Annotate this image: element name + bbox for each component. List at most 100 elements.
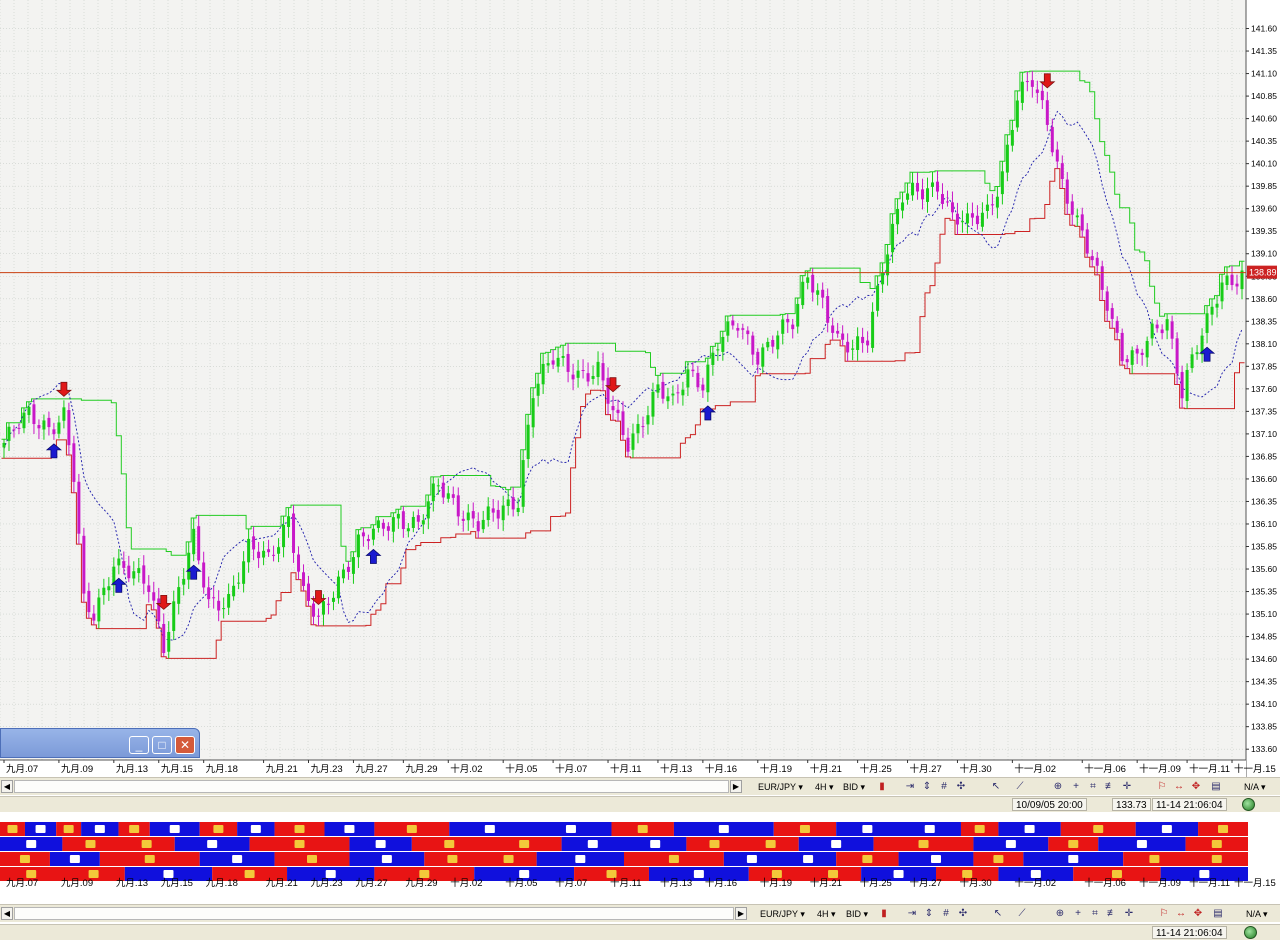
candle-body: [871, 311, 875, 348]
move-icon-2[interactable]: ↔: [1175, 908, 1187, 920]
arrow-tool-icon-2[interactable]: ✛: [1123, 908, 1135, 920]
horizontal-scrollbar-2[interactable]: [14, 907, 734, 920]
symbol-dropdown-2[interactable]: EUR/JPY ▾: [760, 908, 805, 920]
candle-body: [980, 212, 984, 227]
scroll-left-button[interactable]: ◀: [1, 780, 13, 793]
trend-heatmap-svg[interactable]: 九月.07 九月.09 九月.13 九月.15 九月.18 九月.21 九月.23 九月.27…: [0, 820, 1280, 888]
bear-icon: [575, 855, 586, 863]
cursor-tool-icon[interactable]: ↖: [990, 781, 1002, 793]
candle-body: [741, 328, 745, 330]
minimize-icon[interactable]: _: [129, 736, 149, 754]
candle-body: [87, 590, 91, 613]
horizontal-scrollbar[interactable]: [14, 780, 729, 793]
bull-icon: [1093, 825, 1104, 833]
bull-icon: [637, 825, 648, 833]
crosshair-tool-icon[interactable]: ✣: [955, 781, 967, 793]
candle-body: [876, 285, 880, 311]
candle-body: [42, 420, 46, 430]
candle-body: [282, 524, 286, 548]
bear-icon: [484, 825, 495, 833]
grid-icon[interactable]: #: [938, 781, 950, 793]
scroll-left-button-2[interactable]: ◀: [1, 907, 13, 920]
candle-body: [676, 392, 680, 394]
trend-heatmap-panel[interactable]: 九月.07 九月.09 九月.13 九月.15 九月.18 九月.21 九月.23 九月.27…: [0, 820, 1280, 888]
grid-icon-2[interactable]: #: [940, 908, 952, 920]
heat-x-tick-label: 九月.15: [161, 877, 193, 888]
arrow-tool-icon[interactable]: ✛: [1121, 781, 1133, 793]
trendline-icon-2[interactable]: ⟋: [1016, 908, 1028, 920]
minimized-child-window[interactable]: _ □ ✕: [0, 728, 200, 758]
candle-body: [386, 526, 390, 531]
heat-x-tick-label: 十一月.02: [1014, 877, 1056, 888]
candle-type-icon[interactable]: ▮: [876, 781, 888, 793]
line-tool-icon[interactable]: +: [1070, 781, 1082, 793]
bull-icon: [974, 825, 985, 833]
maximize-icon[interactable]: □: [152, 736, 172, 754]
candle-type-icon-2[interactable]: ▮: [878, 908, 890, 920]
scroll-right-button[interactable]: ▶: [730, 780, 742, 793]
candle-body: [1125, 359, 1129, 363]
na-dropdown-2[interactable]: N/A ▾: [1246, 908, 1268, 920]
line-tool-icon-2[interactable]: +: [1072, 908, 1084, 920]
timeframe-dropdown-2[interactable]: 4H ▾: [817, 908, 836, 920]
candle-body: [1020, 81, 1024, 103]
symbol-dropdown[interactable]: EUR/JPY ▾: [758, 781, 803, 793]
cursor-tool-icon-2[interactable]: ↖: [992, 908, 1004, 920]
channel-tool-icon[interactable]: ⌗: [1087, 781, 1099, 793]
candle-body: [721, 336, 725, 352]
candle-body: [312, 603, 315, 617]
fibonacci-icon[interactable]: ≢: [1104, 781, 1116, 793]
x-tick-label: 九月.15: [161, 763, 193, 775]
candle-body: [391, 517, 395, 532]
candlestick-chart-svg[interactable]: 141.60 141.35 141.10 140.85 140.60 140.35 140.…: [0, 0, 1280, 778]
bull-icon: [1218, 825, 1229, 833]
x-tick-label: 十月.19: [760, 763, 792, 775]
channel-tool-icon-2[interactable]: ⌗: [1089, 908, 1101, 920]
zoom-icon[interactable]: ⊕: [1052, 781, 1064, 793]
price-side-dropdown-2[interactable]: BID ▾: [846, 908, 868, 920]
candle-body: [1060, 163, 1064, 180]
x-tick-label: 十月.02: [450, 763, 482, 775]
candle-body: [316, 615, 320, 617]
move-icon[interactable]: ↔: [1173, 781, 1185, 793]
trendline-icon[interactable]: ⟋: [1014, 781, 1026, 793]
candle-body: [491, 508, 495, 513]
bear-icon: [650, 840, 661, 848]
candle-body: [107, 586, 111, 591]
indicator-icon[interactable]: ▤: [1210, 781, 1222, 793]
heat-x-tick-label: 十月.05: [505, 877, 537, 888]
bear-icon: [718, 825, 729, 833]
candle-body: [811, 274, 815, 293]
goto-end-icon-2[interactable]: ⇥: [906, 908, 918, 920]
y-tick-label: 140.85: [1251, 91, 1277, 101]
candle-body: [7, 426, 11, 441]
na-dropdown[interactable]: N/A ▾: [1244, 781, 1266, 793]
candle-body: [881, 272, 885, 285]
candle-body: [2, 442, 6, 448]
candle-body: [142, 565, 146, 584]
price-chart[interactable]: 141.60 141.35 141.10 140.85 140.60 140.35 140.…: [0, 0, 1280, 778]
scroll-right-button-2[interactable]: ▶: [735, 907, 747, 920]
alert-icon-2[interactable]: ⚐: [1158, 908, 1170, 920]
pan-icon-2[interactable]: ✥: [1192, 908, 1204, 920]
channel-upper-line: [1, 70, 1245, 562]
indicator-icon-2[interactable]: ▤: [1212, 908, 1224, 920]
zoom-icon-2[interactable]: ⊕: [1054, 908, 1066, 920]
timeframe-dropdown[interactable]: 4H ▾: [815, 781, 834, 793]
pan-icon[interactable]: ✥: [1190, 781, 1202, 793]
candle-body: [177, 587, 181, 604]
fit-icon[interactable]: ⇕: [921, 781, 933, 793]
bear-icon: [207, 840, 218, 848]
x-tick-label: 十月.11: [610, 763, 642, 775]
price-side-dropdown[interactable]: BID ▾: [843, 781, 865, 793]
goto-end-icon[interactable]: ⇥: [904, 781, 916, 793]
fibonacci-icon-2[interactable]: ≢: [1106, 908, 1118, 920]
alert-icon[interactable]: ⚐: [1156, 781, 1168, 793]
close-icon[interactable]: ✕: [175, 736, 195, 754]
crosshair-tool-icon-2[interactable]: ✣: [957, 908, 969, 920]
candle-body: [791, 324, 795, 330]
candle-body: [531, 398, 535, 428]
x-tick-label: 九月.18: [206, 763, 238, 775]
candle-body: [416, 515, 420, 522]
fit-icon-2[interactable]: ⇕: [923, 908, 935, 920]
